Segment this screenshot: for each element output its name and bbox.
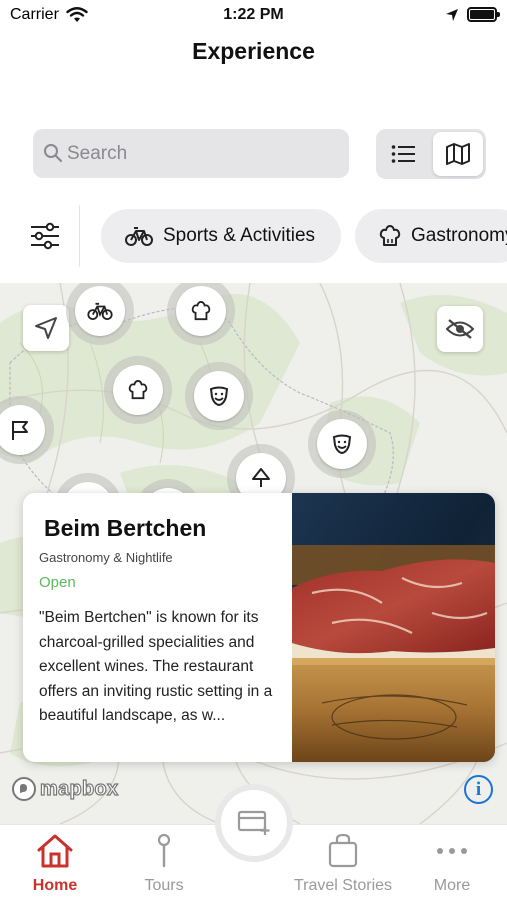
- pin-icon: [157, 833, 171, 868]
- eye-slash-icon: [445, 319, 475, 339]
- tab-label: More: [433, 877, 471, 894]
- map-marker-culture[interactable]: [185, 362, 253, 430]
- poi-description: "Beim Bertchen" is known for its charcoa…: [39, 609, 273, 724]
- page-title: Experience: [192, 38, 315, 64]
- info-icon: i: [475, 778, 482, 800]
- map-marker-culture[interactable]: [308, 410, 376, 478]
- location-arrow-icon: [446, 9, 458, 21]
- mapbox-attribution[interactable]: mapbox: [11, 776, 119, 802]
- bag-icon: [328, 833, 358, 868]
- filter-row: Sports & Activities Gastronomy & Nightli…: [0, 205, 507, 267]
- more-icon: [437, 848, 467, 854]
- map-marker-gastronomy[interactable]: [104, 356, 172, 424]
- list-view-button[interactable]: [379, 132, 429, 176]
- tab-home[interactable]: Home: [14, 825, 96, 900]
- bicycle-icon: [125, 227, 153, 246]
- chef-hat-icon: [128, 380, 148, 400]
- flag-icon: [12, 421, 28, 440]
- locate-me-button[interactable]: [23, 305, 69, 351]
- search-icon: [44, 144, 63, 163]
- divider: [79, 205, 80, 267]
- tab-more[interactable]: More: [412, 825, 492, 900]
- filter-settings-button[interactable]: [18, 213, 72, 259]
- tab-label: Travel Stories: [293, 877, 393, 894]
- poi-open-status: Open: [39, 574, 76, 591]
- tab-travel-stories[interactable]: Travel Stories: [283, 825, 403, 900]
- tree-icon: [252, 468, 270, 487]
- poi-category: Gastronomy & Nightlife: [39, 550, 173, 565]
- map-info-button[interactable]: i: [464, 775, 493, 804]
- poi-title: Beim Bertchen: [44, 515, 207, 541]
- list-icon: [391, 145, 415, 163]
- poi-detail-card[interactable]: Beim Bertchen Gastronomy & Nightlife Ope…: [23, 493, 495, 762]
- mapbox-logo-icon: [12, 777, 36, 801]
- map-icon: [446, 143, 470, 165]
- chip-label: Sports & Activities: [163, 225, 316, 246]
- chef-hat-icon: [191, 301, 211, 321]
- navigation-arrow-icon: [35, 317, 57, 339]
- tab-label: Tours: [144, 877, 184, 894]
- chip-label: Gastronomy & Nightlife: [411, 225, 507, 246]
- add-card-button[interactable]: [215, 784, 293, 862]
- bicycle-icon: [87, 302, 113, 320]
- home-icon: [37, 834, 73, 868]
- chip-sports-activities[interactable]: Sports & Activities: [101, 209, 341, 263]
- card-plus-icon: [237, 810, 270, 835]
- poi-photo: [292, 493, 495, 762]
- search-bar[interactable]: [33, 129, 349, 178]
- sliders-icon: [31, 222, 59, 250]
- search-input[interactable]: [67, 139, 337, 168]
- clock: 1:22 PM: [223, 6, 284, 23]
- battery-icon: [467, 7, 500, 22]
- view-toggle: [376, 129, 486, 179]
- chef-hat-icon: [379, 225, 401, 246]
- mapbox-wordmark: mapbox: [39, 777, 119, 800]
- tab-tours[interactable]: Tours: [124, 825, 204, 900]
- map-view-button[interactable]: [433, 132, 483, 176]
- theater-masks-icon: [209, 386, 229, 407]
- hide-layer-button[interactable]: [437, 306, 483, 352]
- chip-gastronomy[interactable]: Gastronomy & Nightlife: [355, 209, 507, 263]
- theater-masks-icon: [332, 434, 352, 455]
- tab-label: Home: [32, 877, 78, 894]
- status-bar: Carrier 1:22 PM: [0, 0, 507, 30]
